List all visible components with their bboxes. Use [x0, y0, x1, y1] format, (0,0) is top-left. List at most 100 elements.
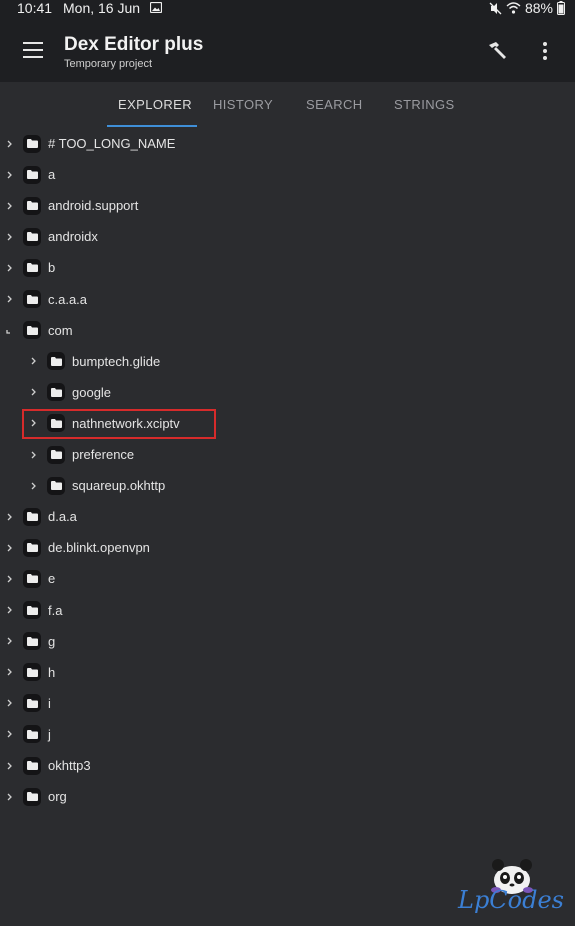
- status-date: Mon, 16 Jun: [63, 0, 141, 16]
- tree-row-label: com: [48, 322, 73, 338]
- tree-row[interactable]: de.blinkt.openvpn: [5, 532, 150, 563]
- folder-icon: [23, 787, 41, 806]
- tree-row[interactable]: f.a: [5, 595, 62, 626]
- hammer-icon[interactable]: [486, 39, 510, 63]
- tree-row-label: bumptech.glide: [72, 353, 161, 369]
- tree-row-label: c.a.a.a: [48, 291, 88, 307]
- chevron-right-icon[interactable]: [29, 481, 39, 491]
- tree-row-label: androidx: [48, 229, 98, 245]
- tree-row-label: org: [48, 789, 67, 805]
- mute-icon: [489, 2, 502, 14]
- chevron-right-icon[interactable]: [5, 294, 15, 304]
- chevron-right-icon[interactable]: [5, 512, 15, 522]
- chevron-right-icon[interactable]: [5, 761, 15, 771]
- tree-row-label: e: [48, 571, 56, 587]
- app-title: Dex Editor plus: [64, 34, 204, 55]
- tree-row-label: google: [72, 384, 112, 400]
- tab-search[interactable]: SEARCH: [306, 97, 363, 112]
- tree-row-label: de.blinkt.openvpn: [48, 540, 150, 556]
- tree-row[interactable]: g: [5, 626, 55, 657]
- chevron-down-icon[interactable]: [5, 325, 15, 335]
- folder-icon: [23, 663, 41, 682]
- tree-row-label: b: [48, 260, 56, 276]
- folder-icon: [47, 383, 65, 402]
- tree-row-label: h: [48, 664, 56, 680]
- folder-icon: [23, 258, 41, 277]
- folder-icon: [23, 227, 41, 246]
- tab-history[interactable]: HISTORY: [213, 97, 273, 112]
- status-bar: 10:41 Mon, 16 Jun 88%: [0, 0, 575, 18]
- tree-row[interactable]: b: [5, 252, 55, 283]
- chevron-right-icon[interactable]: [5, 605, 15, 615]
- chevron-right-icon[interactable]: [5, 139, 15, 149]
- folder-icon: [23, 507, 41, 526]
- tree-row[interactable]: a: [5, 159, 55, 190]
- folder-icon: [23, 569, 41, 588]
- tree-row-label: squareup.okhttp: [72, 478, 166, 494]
- tree-row[interactable]: d.a.a: [5, 501, 77, 532]
- tree-row[interactable]: android.support: [5, 190, 138, 221]
- tree-row-label: # TOO_LONG_NAME: [48, 136, 176, 151]
- tree-row[interactable]: preference: [29, 439, 134, 470]
- tree-row[interactable]: okhttp3: [5, 750, 91, 781]
- highlight-box: [22, 409, 216, 439]
- folder-icon: [23, 290, 41, 308]
- folder-icon: [23, 134, 41, 153]
- watermark-text: LpCodes: [458, 886, 564, 914]
- tree-row[interactable]: e: [5, 563, 55, 594]
- tree-row[interactable]: androidx: [5, 221, 98, 252]
- chevron-right-icon[interactable]: [29, 387, 39, 397]
- folder-icon: [23, 632, 41, 651]
- folder-icon: [47, 445, 65, 464]
- folder-icon: [23, 725, 41, 744]
- folder-icon: [23, 756, 41, 775]
- tree-row-label: j: [48, 726, 51, 742]
- tree-row[interactable]: c.a.a.a: [5, 284, 87, 315]
- tree-row-label: f.a: [48, 602, 63, 618]
- tab-explorer[interactable]: EXPLORER: [118, 97, 192, 112]
- chevron-right-icon[interactable]: [5, 636, 15, 646]
- status-right-icons: 88%: [489, 0, 565, 16]
- chevron-right-icon[interactable]: [5, 170, 15, 180]
- tree-row[interactable]: google: [29, 377, 111, 408]
- tab-strings[interactable]: STRINGS: [394, 97, 455, 112]
- menu-icon[interactable]: [23, 42, 43, 58]
- chevron-right-icon[interactable]: [5, 792, 15, 802]
- tree-row[interactable]: # TOO_LONG_NAME: [5, 128, 175, 159]
- more-vert-icon[interactable]: [535, 39, 555, 63]
- tree-row-label: okhttp3: [48, 758, 91, 773]
- folder-icon: [47, 352, 65, 371]
- chevron-right-icon[interactable]: [5, 201, 15, 211]
- chevron-right-icon[interactable]: [5, 729, 15, 739]
- chevron-right-icon[interactable]: [5, 232, 15, 242]
- tree-row[interactable]: i: [5, 688, 51, 719]
- tree-row-label: a: [48, 167, 56, 183]
- chevron-right-icon[interactable]: [5, 574, 15, 584]
- tree-row-label: d.a.a: [48, 509, 77, 525]
- tab-bar: EXPLORER HISTORY SEARCH STRINGS: [0, 82, 575, 128]
- app-bar: Dex Editor plus Temporary project: [0, 18, 575, 82]
- chevron-right-icon[interactable]: [5, 543, 15, 553]
- chevron-right-icon[interactable]: [5, 667, 15, 677]
- tree-row[interactable]: bumptech.glide: [29, 346, 160, 377]
- tree-row[interactable]: org: [5, 781, 67, 812]
- tree-row-label: preference: [72, 447, 135, 462]
- app-subtitle: Temporary project: [64, 58, 153, 70]
- tree-row[interactable]: h: [5, 657, 55, 688]
- watermark-logo: LpCodes: [456, 856, 566, 916]
- chevron-right-icon[interactable]: [29, 450, 39, 460]
- chevron-right-icon[interactable]: [29, 356, 39, 366]
- chevron-right-icon[interactable]: [5, 698, 15, 708]
- tree-row-label: g: [48, 633, 56, 649]
- chevron-right-icon[interactable]: [5, 263, 15, 273]
- folder-icon: [23, 165, 41, 184]
- wifi-icon: [506, 2, 521, 14]
- tree-row[interactable]: squareup.okhttp: [29, 470, 165, 501]
- tree-row-label: android.support: [48, 198, 139, 214]
- tree-row[interactable]: j: [5, 719, 51, 750]
- folder-icon: [23, 196, 41, 215]
- active-tab-indicator: [107, 125, 197, 127]
- folder-icon: [23, 538, 41, 557]
- battery-icon: [557, 1, 565, 15]
- tree-row[interactable]: com: [5, 315, 73, 346]
